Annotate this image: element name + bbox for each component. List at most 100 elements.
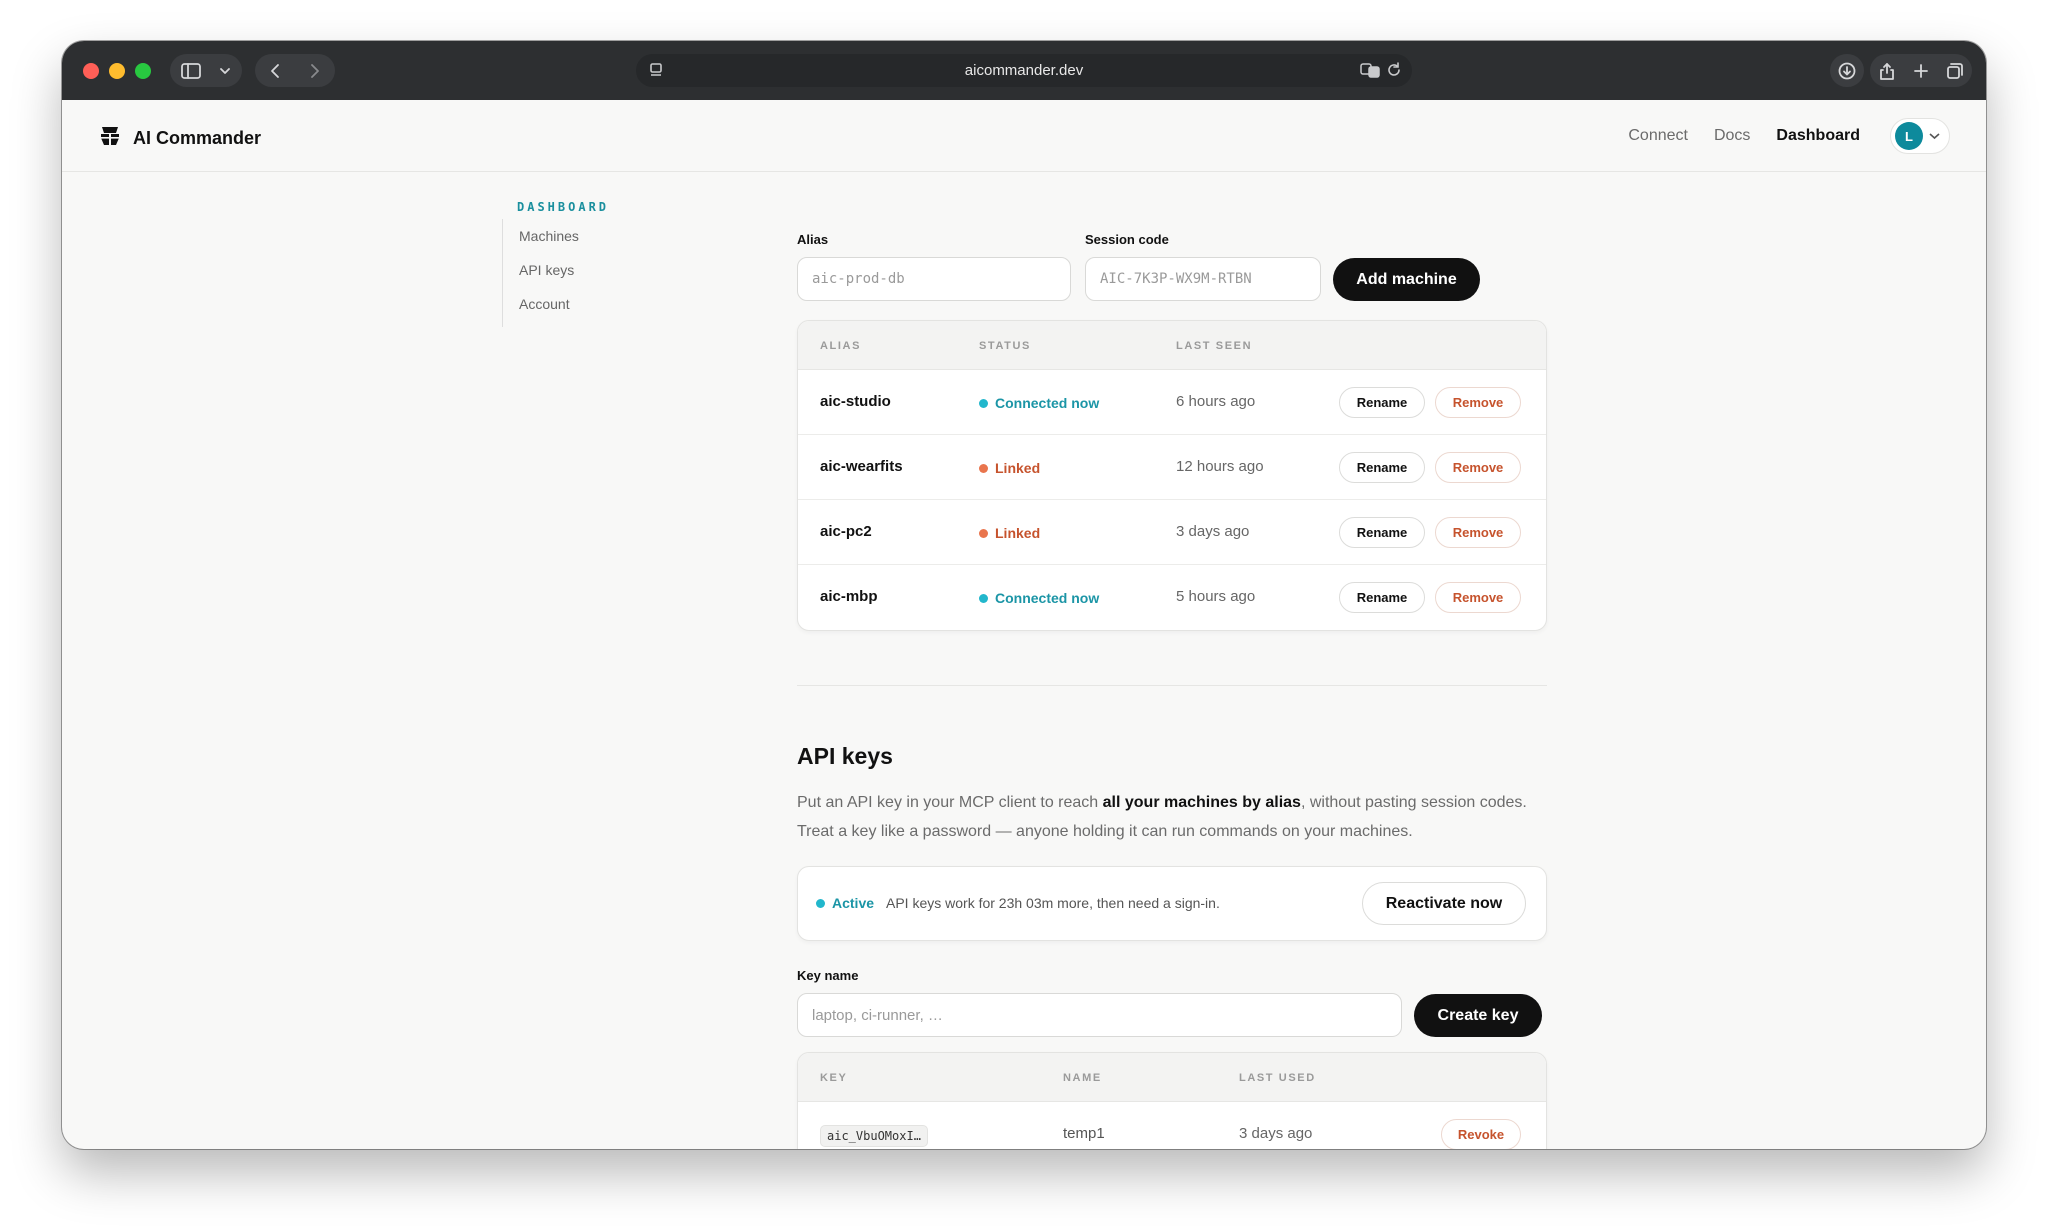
chevron-down-icon (1929, 127, 1940, 145)
key-name-label: Key name (797, 968, 859, 983)
brand-logo-link[interactable]: AI Commander (98, 124, 261, 153)
status-dot-icon (979, 593, 988, 603)
status-dot-icon (979, 463, 988, 473)
status-text: Linked (995, 525, 1041, 541)
key-name-input[interactable]: laptop, ci-runner, … (797, 993, 1402, 1037)
sidebar-toggle-icon[interactable] (170, 54, 212, 87)
remove-button[interactable]: Remove (1435, 387, 1521, 418)
revoke-button[interactable]: Revoke (1441, 1119, 1521, 1149)
sidebar-heading: DASHBOARD (517, 200, 610, 214)
machine-alias: aic-wearfits (820, 458, 903, 475)
status-dot-icon (816, 898, 825, 908)
column-header-last-used: LAST USED (1239, 1072, 1316, 1084)
nav-docs[interactable]: Docs (1714, 127, 1750, 145)
session-code-input[interactable]: AIC-7K3P-WX9M-RTBN (1085, 257, 1321, 301)
history-nav-group (255, 54, 335, 87)
status-badge: Connected now (979, 590, 1099, 606)
nav-dashboard[interactable]: Dashboard (1776, 127, 1860, 145)
status-badge: Linked (979, 525, 1040, 541)
forward-icon[interactable] (295, 54, 335, 87)
column-header-name: NAME (1063, 1072, 1102, 1084)
status-dot-icon (979, 398, 988, 408)
machine-alias: aic-mbp (820, 588, 878, 605)
table-row: aic_VbuOMoxI… temp1 3 days ago Revoke (798, 1102, 1546, 1149)
session-code-label: Session code (1085, 232, 1169, 247)
status-text: Linked (995, 460, 1041, 476)
last-seen: 12 hours ago (1176, 458, 1264, 475)
rename-button[interactable]: Rename (1339, 452, 1425, 483)
machines-table: ALIAS STATUS LAST SEEN aic-studio Connec… (797, 320, 1547, 631)
api-keys-table: KEY NAME LAST USED aic_VbuOMoxI… temp1 3… (797, 1052, 1547, 1149)
status-text: Connected now (995, 395, 1100, 411)
sidebar-item-machines[interactable]: Machines (519, 225, 579, 259)
machine-alias: aic-pc2 (820, 523, 872, 540)
alias-input[interactable]: aic-prod-db (797, 257, 1071, 301)
back-icon[interactable] (255, 54, 295, 87)
address-bar[interactable]: aicommander.dev (636, 54, 1412, 87)
alias-label: Alias (797, 232, 829, 247)
add-machine-button[interactable]: Add machine (1333, 258, 1480, 301)
last-seen: 5 hours ago (1176, 588, 1256, 605)
api-key-token: aic_VbuOMoxI… (820, 1125, 928, 1147)
account-menu-button[interactable]: L (1890, 118, 1950, 154)
status-badge: Connected now (979, 395, 1099, 411)
top-nav: Connect Docs Dashboard (1628, 127, 1860, 145)
nav-connect[interactable]: Connect (1628, 127, 1688, 145)
rename-button[interactable]: Rename (1339, 387, 1425, 418)
rename-button[interactable]: Rename (1339, 517, 1425, 548)
remove-button[interactable]: Remove (1435, 452, 1521, 483)
table-header: ALIAS STATUS LAST SEEN (798, 321, 1546, 370)
status-text: Active (832, 895, 875, 911)
table-row: aic-pc2 Linked 3 days ago Rename Remove (798, 500, 1546, 565)
remove-button[interactable]: Remove (1435, 517, 1521, 548)
api-key-status-notice: Active API keys work for 23h 03m more, t… (797, 866, 1547, 941)
zoom-window-button[interactable] (135, 63, 151, 79)
sidebar-item-account[interactable]: Account (519, 293, 579, 327)
column-header-status: STATUS (979, 340, 1031, 352)
description-emphasis: all your machines by alias (1102, 794, 1301, 811)
create-key-button[interactable]: Create key (1414, 994, 1542, 1037)
notice-text: API keys work for 23h 03m more, then nee… (886, 895, 1220, 911)
browser-titlebar: aicommander.dev (62, 41, 1986, 100)
remove-button[interactable]: Remove (1435, 582, 1521, 613)
api-key-last-used: 3 days ago (1239, 1125, 1313, 1142)
avatar: L (1895, 122, 1923, 150)
reactivate-now-button[interactable]: Reactivate now (1362, 882, 1526, 925)
sidebar-item-api-keys[interactable]: API keys (519, 259, 579, 293)
chevron-down-icon[interactable] (212, 54, 238, 87)
last-seen: 3 days ago (1176, 523, 1250, 540)
page-menu-icon[interactable] (648, 62, 664, 83)
column-header-key: KEY (820, 1072, 848, 1084)
download-icon[interactable] (1830, 54, 1864, 87)
status-badge: Linked (979, 460, 1040, 476)
status-text: Connected now (995, 590, 1100, 606)
new-tab-icon[interactable] (1904, 54, 1938, 87)
reload-icon[interactable] (1386, 62, 1402, 83)
minimize-window-button[interactable] (109, 63, 125, 79)
sidebar-nav: Machines API keys Account (502, 219, 579, 327)
rename-button[interactable]: Rename (1339, 582, 1425, 613)
browser-window: aicommander.dev AI Commander Connect Doc… (62, 41, 1986, 1149)
machine-alias: aic-studio (820, 393, 891, 410)
api-key-name: temp1 (1063, 1125, 1105, 1142)
column-header-last-seen: LAST SEEN (1176, 340, 1253, 352)
api-keys-description: Put an API key in your MCP client to rea… (797, 788, 1537, 846)
site-header: AI Commander Connect Docs Dashboard L (62, 100, 1986, 172)
status-dot-icon (979, 528, 988, 538)
share-icon[interactable] (1870, 54, 1904, 87)
status-badge: Active (816, 895, 874, 911)
translate-icon[interactable] (1360, 62, 1380, 83)
table-row: aic-wearfits Linked 12 hours ago Rename … (798, 435, 1546, 500)
section-divider (797, 685, 1547, 686)
sidebar-toggle-group (170, 54, 242, 87)
url-text: aicommander.dev (964, 62, 1084, 79)
description-text: Put an API key in your MCP client to rea… (797, 794, 1103, 811)
column-header-alias: ALIAS (820, 340, 861, 352)
table-row: aic-mbp Connected now 5 hours ago Rename… (798, 565, 1546, 630)
tab-overview-icon[interactable] (1938, 54, 1972, 87)
brand-name: AI Commander (133, 128, 262, 148)
table-header: KEY NAME LAST USED (798, 1053, 1546, 1102)
brand-logo-icon (98, 124, 122, 153)
close-window-button[interactable] (83, 63, 99, 79)
table-row: aic-studio Connected now 6 hours ago Ren… (798, 370, 1546, 435)
